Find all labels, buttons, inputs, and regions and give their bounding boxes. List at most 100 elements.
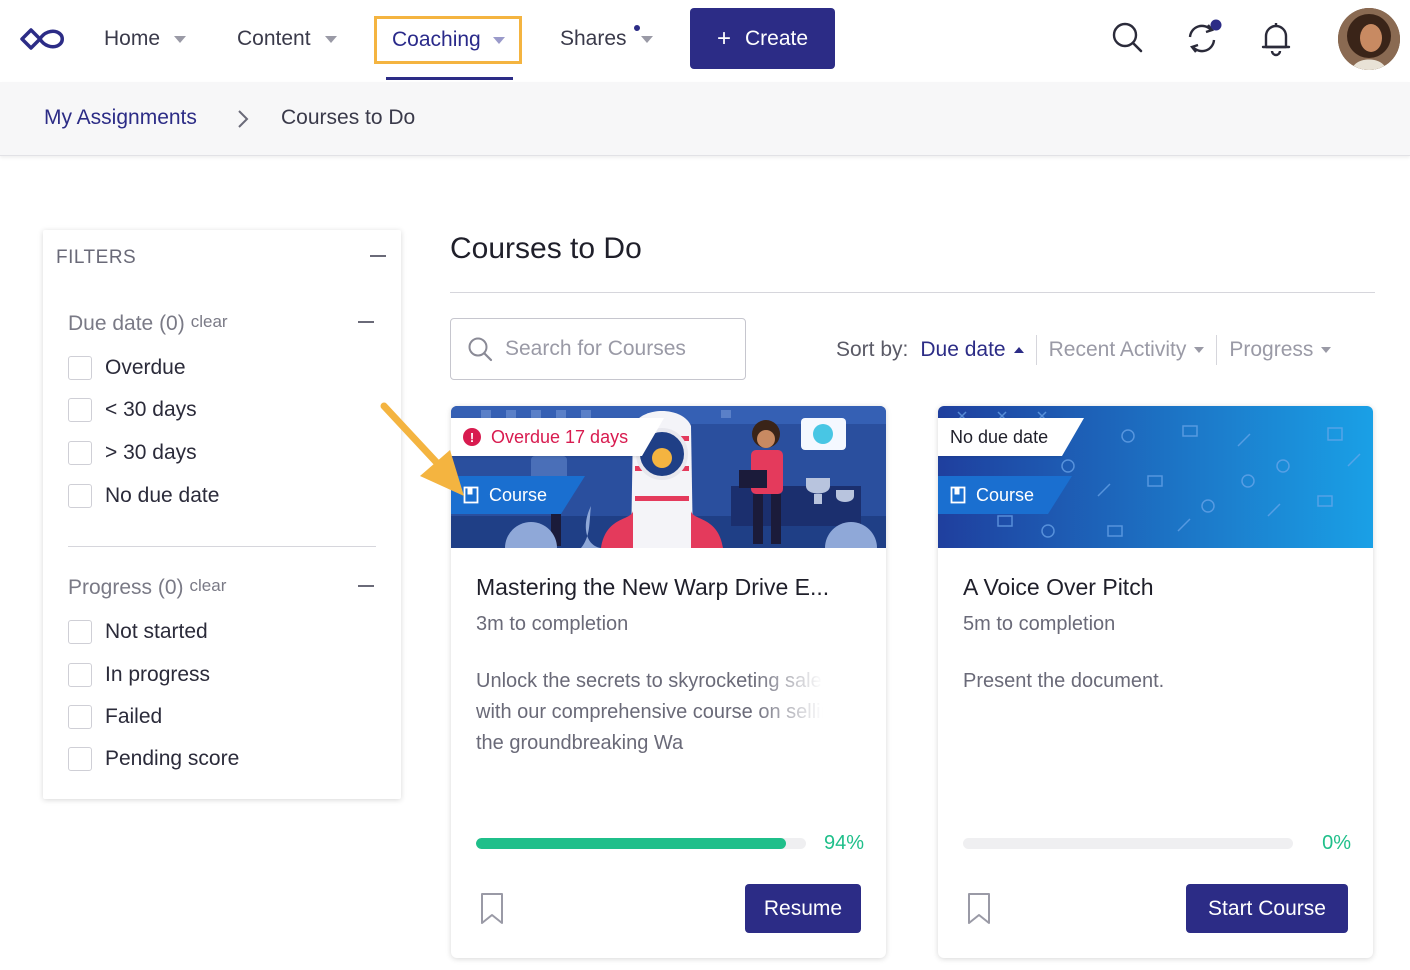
nav-coaching-label: Coaching	[392, 28, 481, 51]
search-box[interactable]	[450, 318, 746, 380]
nav-content-label: Content	[237, 27, 311, 50]
chevron-down-icon	[640, 35, 653, 43]
tag-tail	[561, 476, 586, 514]
active-nav-indicator	[386, 77, 513, 80]
progress-percent: 0%	[1322, 832, 1351, 854]
checkbox[interactable]	[68, 663, 92, 687]
filter-option-no-due-date[interactable]: No due date	[68, 483, 219, 509]
course-type-label: Course	[976, 484, 1035, 505]
divider	[450, 292, 1375, 293]
collapse-progress-icon[interactable]	[358, 585, 374, 587]
bookmark-icon[interactable]	[480, 892, 504, 926]
due-status-label: No due date	[950, 426, 1049, 447]
sort-option-label: Due date	[920, 338, 1006, 361]
course-description: Present the document.	[963, 670, 1165, 692]
start-course-button[interactable]: Start Course	[1186, 884, 1348, 933]
filter-option-failed[interactable]: Failed	[68, 704, 162, 730]
breadcrumb-current: Courses to Do	[281, 106, 416, 129]
chevron-down-icon	[324, 35, 337, 43]
filter-option-not-started[interactable]: Not started	[68, 619, 208, 645]
filter-option-less-30-days[interactable]: < 30 days	[68, 397, 197, 423]
course-card[interactable]: No due date Course A Voice Over Pitch 5m…	[938, 406, 1373, 958]
progress-percent: 94%	[823, 832, 864, 854]
course-thumbnail: ! Overdue 17 days Course	[451, 406, 886, 548]
clear-due-date-link[interactable]: clear	[191, 312, 228, 331]
course-type-label: Course	[489, 484, 548, 505]
course-title[interactable]: A Voice Over Pitch	[963, 574, 1153, 601]
bookmark-icon[interactable]	[967, 892, 991, 926]
nav-home[interactable]: Home	[104, 22, 187, 56]
sort-progress[interactable]: Progress	[1229, 338, 1332, 362]
search-icon	[468, 337, 493, 362]
due-status-badge: ! Overdue 17 days	[451, 418, 665, 456]
checkbox[interactable]	[68, 441, 92, 465]
tag-tail	[1062, 418, 1085, 456]
breadcrumb: My Assignments Courses to Do	[0, 82, 1410, 156]
breadcrumb-my-assignments[interactable]: My Assignments	[44, 106, 197, 130]
collapse-due-date-icon[interactable]	[358, 321, 374, 323]
course-description: Unlock the secrets to skyrocketing sales…	[476, 670, 843, 754]
page-title: Courses to Do	[450, 232, 642, 265]
callout-arrow-icon	[380, 402, 464, 496]
filter-option-label: < 30 days	[105, 398, 197, 421]
filter-group-progress: Progress (0) clear	[68, 576, 226, 600]
search-input[interactable]	[505, 337, 725, 361]
logo-icon[interactable]	[18, 26, 70, 52]
filter-group-title: Progress (0)	[68, 576, 184, 599]
sort-option-label: Progress	[1229, 338, 1314, 361]
resume-button[interactable]: Resume	[745, 884, 861, 933]
checkbox[interactable]	[68, 620, 92, 644]
create-button[interactable]: + Create	[690, 8, 835, 69]
checkbox[interactable]	[68, 705, 92, 729]
progress-bar	[963, 838, 1293, 849]
filter-option-label: Failed	[105, 705, 163, 728]
checkbox[interactable]	[68, 484, 92, 508]
tag-tail	[642, 418, 665, 456]
bell-icon[interactable]	[1256, 18, 1296, 58]
book-icon	[950, 486, 966, 504]
course-title[interactable]: Mastering the New Warp Drive E...	[476, 574, 829, 601]
sort-option-label: Recent Activity	[1048, 338, 1187, 361]
sort-due-date[interactable]: Due date	[920, 338, 1024, 362]
create-label: Create	[744, 26, 809, 50]
checkbox[interactable]	[68, 398, 92, 422]
filter-option-more-30-days[interactable]: > 30 days	[68, 440, 197, 466]
nav-home-label: Home	[104, 27, 161, 50]
filters-title: FILTERS	[56, 247, 137, 268]
avatar[interactable]	[1338, 8, 1400, 70]
course-duration: 5m to completion	[963, 613, 1116, 635]
filter-option-overdue[interactable]: Overdue	[68, 355, 186, 381]
nav-content[interactable]: Content	[237, 22, 337, 56]
chevron-down-icon	[174, 35, 187, 43]
filter-option-label: Overdue	[105, 356, 186, 379]
sync-icon[interactable]	[1182, 18, 1222, 58]
filter-option-in-progress[interactable]: In progress	[68, 662, 210, 688]
chevron-down-icon	[1321, 347, 1332, 353]
progress-bar	[476, 838, 806, 849]
progress-fill	[476, 838, 787, 849]
search-icon[interactable]	[1108, 18, 1148, 58]
top-navigation: Home Content Coaching Shares + Create	[0, 0, 1410, 80]
tag-tail	[1048, 476, 1073, 514]
due-status-badge: No due date	[938, 418, 1085, 456]
checkbox[interactable]	[68, 747, 92, 771]
course-card[interactable]: ! Overdue 17 days Course Mastering the N…	[451, 406, 886, 958]
filter-option-label: In progress	[105, 663, 211, 686]
notification-dot	[634, 25, 640, 31]
filter-group-title: Due date (0)	[68, 312, 185, 335]
sort-controls: Sort by: Due date Recent Activity Progre…	[836, 335, 1332, 365]
nav-shares-label: Shares	[560, 27, 627, 50]
chevron-down-icon	[1194, 347, 1205, 353]
checkbox[interactable]	[68, 356, 92, 380]
filter-option-label: Pending score	[105, 747, 240, 770]
sort-recent-activity[interactable]: Recent Activity	[1049, 338, 1205, 362]
nav-coaching[interactable]: Coaching	[374, 16, 522, 64]
clear-progress-link[interactable]: clear	[190, 576, 227, 595]
collapse-filters-icon[interactable]	[370, 255, 386, 257]
course-thumbnail: No due date Course	[938, 406, 1373, 548]
due-status-label: Overdue 17 days	[491, 426, 629, 447]
filter-option-label: Not started	[105, 620, 208, 643]
course-type-badge: Course	[938, 476, 1073, 514]
filter-option-pending-score[interactable]: Pending score	[68, 746, 239, 772]
plus-icon: +	[716, 24, 731, 52]
